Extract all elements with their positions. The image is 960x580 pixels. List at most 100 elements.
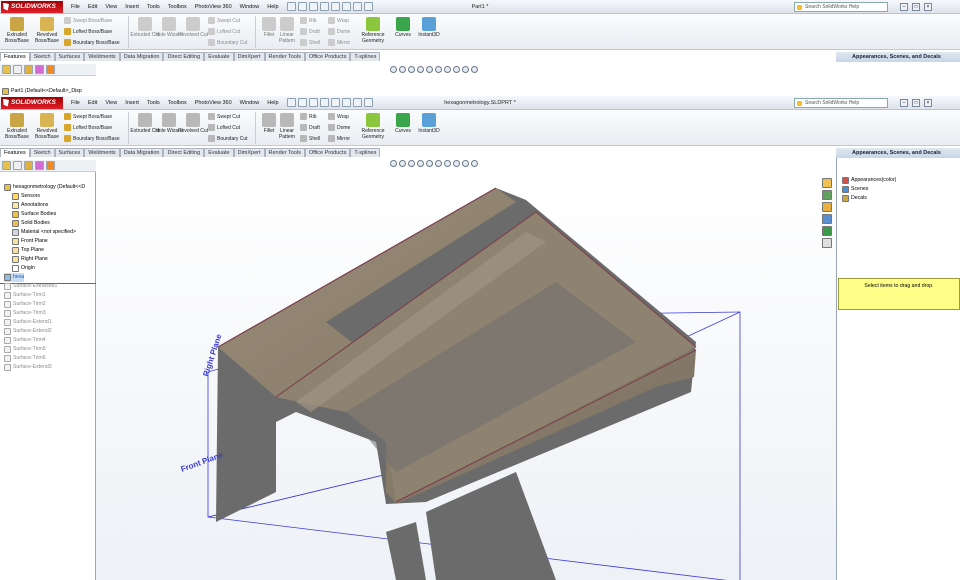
zoom-area-icon[interactable]	[399, 66, 406, 73]
revolved-cut-button[interactable]: Revolved Cut	[178, 17, 208, 38]
tab-render-tools[interactable]: Render Tools	[264, 148, 305, 157]
tree-item-surface-trim6[interactable]: Surface-Trim6	[4, 354, 46, 363]
dimxpert-manager-icon[interactable]	[35, 65, 44, 74]
select-icon[interactable]	[341, 2, 351, 11]
menu-window[interactable]: Window	[240, 100, 260, 106]
minimize-icon[interactable]: –	[900, 3, 908, 11]
help-search-input[interactable]: Search SolidWorks Help	[794, 98, 888, 108]
rebuild-icon[interactable]	[352, 98, 362, 107]
view-settings-icon[interactable]	[471, 66, 478, 73]
zoom-fit-icon[interactable]	[390, 160, 397, 167]
tree-item-top-plane[interactable]: Top Plane	[12, 246, 44, 255]
tree-item-solid-bodies[interactable]: Solid Bodies	[12, 219, 50, 228]
new-document-icon[interactable]	[286, 98, 296, 107]
menu-photoview[interactable]: PhotoView 360	[195, 4, 232, 10]
menu-edit[interactable]: Edit	[88, 100, 97, 106]
menu-window[interactable]: Window	[240, 4, 260, 10]
minimize-icon[interactable]: –	[900, 99, 908, 107]
close-icon[interactable]: ×	[924, 3, 932, 11]
tab-data-migration[interactable]: Data Migration	[119, 52, 164, 61]
view-palette-icon[interactable]	[822, 214, 832, 224]
solidworks-logo[interactable]: SOLIDWORKS	[1, 0, 63, 13]
options-icon[interactable]	[363, 2, 373, 11]
tab-office-products[interactable]: Office Products	[304, 52, 351, 61]
edit-appearance-icon[interactable]	[453, 66, 460, 73]
file-explorer-icon[interactable]	[822, 202, 832, 212]
property-manager-icon[interactable]	[13, 161, 22, 170]
display-manager-icon[interactable]	[46, 65, 55, 74]
linear-pattern-button[interactable]: Linear Pattern	[272, 17, 302, 44]
taskpane-item-scenes[interactable]: Scenes	[842, 185, 868, 194]
shell-button[interactable]: Shell	[300, 135, 320, 142]
extruded-boss-button[interactable]: Extruded Boss/Base	[2, 17, 32, 44]
save-icon[interactable]	[308, 98, 318, 107]
zoom-area-icon[interactable]	[399, 160, 406, 167]
open-icon[interactable]	[297, 2, 307, 11]
menu-toolbox[interactable]: Toolbox	[168, 4, 187, 10]
mirror-button[interactable]: Mirror	[328, 39, 350, 46]
instant3d-button[interactable]: Instant3D	[414, 113, 444, 134]
menu-view[interactable]: View	[105, 100, 117, 106]
tab-direct-editing[interactable]: Direct Editing	[163, 52, 205, 61]
shell-button[interactable]: Shell	[300, 39, 320, 46]
draft-button[interactable]: Draft	[300, 28, 320, 35]
extruded-boss-button[interactable]: Extruded Boss/Base	[2, 113, 32, 140]
boundary-boss-button[interactable]: Boundary Boss/Base	[64, 135, 120, 142]
resources-icon[interactable]	[822, 178, 832, 188]
undo-icon[interactable]	[330, 98, 340, 107]
reference-geometry-button[interactable]: Reference Geometry	[358, 113, 388, 140]
lofted-cut-button[interactable]: Lofted Cut	[208, 124, 240, 131]
close-icon[interactable]: ×	[924, 99, 932, 107]
swept-cut-button[interactable]: Swept Cut	[208, 17, 240, 24]
display-style-icon[interactable]	[435, 160, 442, 167]
draft-button[interactable]: Draft	[300, 124, 320, 131]
rebuild-icon[interactable]	[352, 2, 362, 11]
tab-data-migration[interactable]: Data Migration	[119, 148, 164, 157]
menu-photoview[interactable]: PhotoView 360	[195, 100, 232, 106]
help-search-input[interactable]: Search SolidWorks Help	[794, 2, 888, 12]
design-library-icon[interactable]	[822, 190, 832, 200]
tab-surfaces[interactable]: Surfaces	[54, 148, 85, 157]
swept-boss-button[interactable]: Swept Boss/Base	[64, 113, 112, 120]
menu-file[interactable]: File	[71, 100, 80, 106]
feature-manager-icon[interactable]	[2, 161, 11, 170]
appearances-tab-icon[interactable]	[822, 226, 832, 236]
new-document-icon[interactable]	[286, 2, 296, 11]
display-manager-icon[interactable]	[46, 161, 55, 170]
graphics-area[interactable]: Right Plane Front Plane	[96, 172, 836, 580]
tree-item-sensors[interactable]: Sensors	[12, 192, 40, 201]
previous-view-icon[interactable]	[408, 66, 415, 73]
view-orientation-icon[interactable]	[426, 66, 433, 73]
tree-item-annotations[interactable]: Annotations	[12, 201, 48, 210]
custom-properties-icon[interactable]	[822, 238, 832, 248]
menu-tools[interactable]: Tools	[147, 4, 160, 10]
menu-insert[interactable]: Insert	[125, 4, 139, 10]
menu-tools[interactable]: Tools	[147, 100, 160, 106]
tree-item-hexa[interactable]: hexa	[4, 273, 25, 282]
tab-render-tools[interactable]: Render Tools	[264, 52, 305, 61]
feature-manager-icon[interactable]	[2, 65, 11, 74]
display-style-icon[interactable]	[435, 66, 442, 73]
apply-scene-icon[interactable]	[462, 160, 469, 167]
revolved-boss-button[interactable]: Revolved Boss/Base	[32, 113, 62, 140]
wrap-button[interactable]: Wrap	[328, 113, 349, 120]
property-manager-icon[interactable]	[13, 65, 22, 74]
boundary-boss-button[interactable]: Boundary Boss/Base	[64, 39, 120, 46]
tab-tsplines[interactable]: T-splines	[350, 148, 381, 157]
tab-dimxpert[interactable]: DimXpert	[233, 52, 265, 61]
tab-surfaces[interactable]: Surfaces	[54, 52, 85, 61]
dome-button[interactable]: Dome	[328, 28, 350, 35]
mirror-button[interactable]: Mirror	[328, 135, 350, 142]
tree-item-surface-trim1[interactable]: Surface-Trim1	[4, 291, 46, 300]
menu-toolbox[interactable]: Toolbox	[168, 100, 187, 106]
hide-show-icon[interactable]	[444, 160, 451, 167]
menu-help[interactable]: Help	[267, 4, 278, 10]
tab-weldments[interactable]: Weldments	[84, 52, 120, 61]
tree-item-material[interactable]: Material <not specified>	[12, 228, 76, 237]
tree-item-surface-extracted1[interactable]: Surface-Extracted1	[4, 282, 57, 291]
tab-sketch[interactable]: Sketch	[29, 148, 55, 157]
edit-appearance-icon[interactable]	[453, 160, 460, 167]
tree-item-surface-trim4[interactable]: Surface-Trim4	[4, 336, 46, 345]
taskpane-item-appearances[interactable]: Appearances(color)	[842, 176, 896, 185]
taskpane-item-decals[interactable]: Decals	[842, 194, 867, 203]
